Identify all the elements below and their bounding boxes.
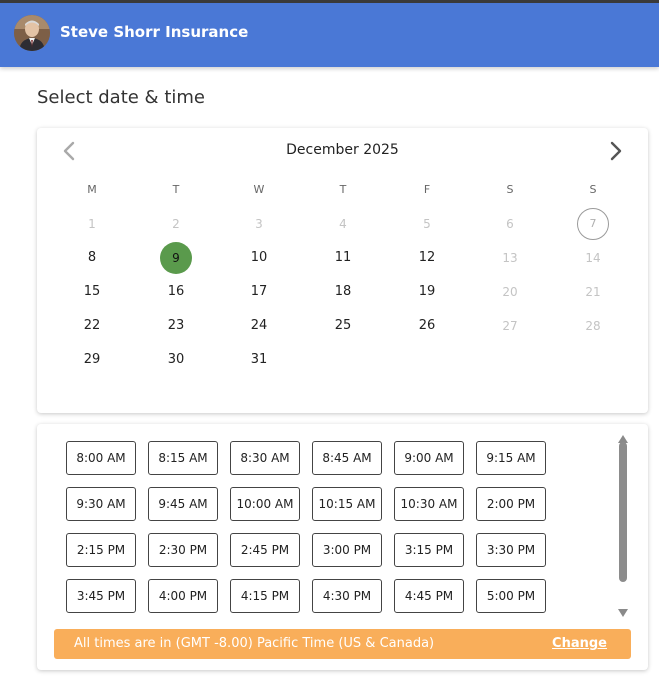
time-slot-button[interactable]: 9:45 AM <box>148 487 218 521</box>
time-slot-button[interactable]: 8:15 AM <box>148 441 218 475</box>
time-slot-button[interactable]: 2:15 PM <box>66 533 136 567</box>
time-slot-button[interactable]: 9:15 AM <box>476 441 546 475</box>
calendar-day[interactable]: 24 <box>243 310 275 342</box>
weekday-label: F <box>423 183 431 196</box>
timezone-text: All times are in (GMT -8.00) Pacific Tim… <box>74 636 435 651</box>
time-slots-list[interactable]: 8:00 AM 8:15 AM 8:30 AM 8:45 AM 9:00 AM 9:15 … <box>37 424 617 614</box>
weekday-label: W <box>253 183 265 196</box>
time-slot-button[interactable]: 4:15 PM <box>230 579 300 613</box>
time-slot-button[interactable]: 8:45 AM <box>312 441 382 475</box>
calendar-day[interactable]: 31 <box>243 344 275 376</box>
time-slot-button[interactable]: 10:30 AM <box>394 487 464 521</box>
page-title: Select date & time <box>37 87 205 108</box>
calendar-day: 28 <box>585 319 601 333</box>
calendar-day[interactable]: 23 <box>160 310 192 342</box>
calendar-day: 3 <box>255 217 263 231</box>
timezone-banner: All times are in (GMT -8.00) Pacific Tim… <box>54 629 631 659</box>
person-photo-icon <box>14 15 50 51</box>
time-slot-button[interactable]: 3:00 PM <box>312 533 382 567</box>
time-slot-button[interactable]: 9:30 AM <box>66 487 136 521</box>
calendar-day[interactable]: 22 <box>76 310 108 342</box>
triangle-up-icon[interactable] <box>618 428 628 443</box>
time-slot-button[interactable]: 10:15 AM <box>312 487 382 521</box>
calendar-day: 20 <box>502 285 518 299</box>
calendar-day[interactable]: 11 <box>327 242 359 274</box>
calendar-day[interactable]: 17 <box>243 276 275 308</box>
calendar-day[interactable]: 12 <box>411 242 443 274</box>
scrollbar-thumb[interactable] <box>619 442 627 582</box>
time-slot-button[interactable]: 2:00 PM <box>476 487 546 521</box>
triangle-down-icon[interactable] <box>618 602 628 617</box>
time-slot-button[interactable]: 4:00 PM <box>148 579 218 613</box>
weekday-label: T <box>339 183 347 196</box>
time-slot-button[interactable]: 2:45 PM <box>230 533 300 567</box>
calendar-day: 6 <box>506 217 514 231</box>
calendar-day[interactable]: 8 <box>76 242 108 274</box>
today-day: 7 <box>577 208 609 240</box>
time-slot-button[interactable]: 2:30 PM <box>148 533 218 567</box>
calendar-day[interactable]: 16 <box>160 276 192 308</box>
calendar-day: 4 <box>339 217 347 231</box>
month-label: December 2025 <box>286 142 399 158</box>
calendar-day[interactable]: 30 <box>160 344 192 376</box>
time-slot-button[interactable]: 3:45 PM <box>66 579 136 613</box>
calendar-day[interactable]: 19 <box>411 276 443 308</box>
time-slots-panel: 8:00 AM 8:15 AM 8:30 AM 8:45 AM 9:00 AM 9:15 … <box>37 424 648 670</box>
calendar-day[interactable]: 10 <box>243 242 275 274</box>
time-slot-button[interactable]: 10:00 AM <box>230 487 300 521</box>
weekday-label: S <box>506 183 514 196</box>
calendar-day[interactable]: 15 <box>76 276 108 308</box>
time-slot-button[interactable]: 8:00 AM <box>66 441 136 475</box>
calendar-day: 13 <box>502 251 518 265</box>
time-slot-button[interactable]: 3:15 PM <box>394 533 464 567</box>
time-slot-button[interactable]: 4:45 PM <box>394 579 464 613</box>
business-name: Steve Shorr Insurance <box>60 23 249 41</box>
calendar-day: 1 <box>88 217 96 231</box>
weekday-label: M <box>87 183 97 196</box>
calendar-day: 2 <box>172 217 180 231</box>
change-timezone-link[interactable]: Change <box>552 636 607 651</box>
weekday-label: S <box>589 183 597 196</box>
chevron-right-icon[interactable] <box>602 138 628 164</box>
calendar-day[interactable]: 26 <box>411 310 443 342</box>
calendar-day: 5 <box>423 217 431 231</box>
calendar-day: 21 <box>585 285 601 299</box>
time-slot-button[interactable]: 4:30 PM <box>312 579 382 613</box>
calendar-day: 27 <box>502 319 518 333</box>
calendar-day[interactable]: 25 <box>327 310 359 342</box>
calendar-day[interactable]: 29 <box>76 344 108 376</box>
calendar: December 2025 MTWTFSS 1 2 3 4 5 6 7 8 9 10 11 12 13 1… <box>37 128 648 413</box>
time-slot-button[interactable]: 8:30 AM <box>230 441 300 475</box>
calendar-day[interactable]: 18 <box>327 276 359 308</box>
time-slot-button[interactable]: 5:00 PM <box>476 579 546 613</box>
calendar-day: 14 <box>585 251 601 265</box>
app-header: Steve Shorr Insurance <box>0 0 659 67</box>
selected-day[interactable]: 9 <box>160 242 192 274</box>
weekday-label: T <box>172 183 180 196</box>
time-slot-button[interactable]: 3:30 PM <box>476 533 546 567</box>
time-slot-button[interactable]: 9:00 AM <box>394 441 464 475</box>
